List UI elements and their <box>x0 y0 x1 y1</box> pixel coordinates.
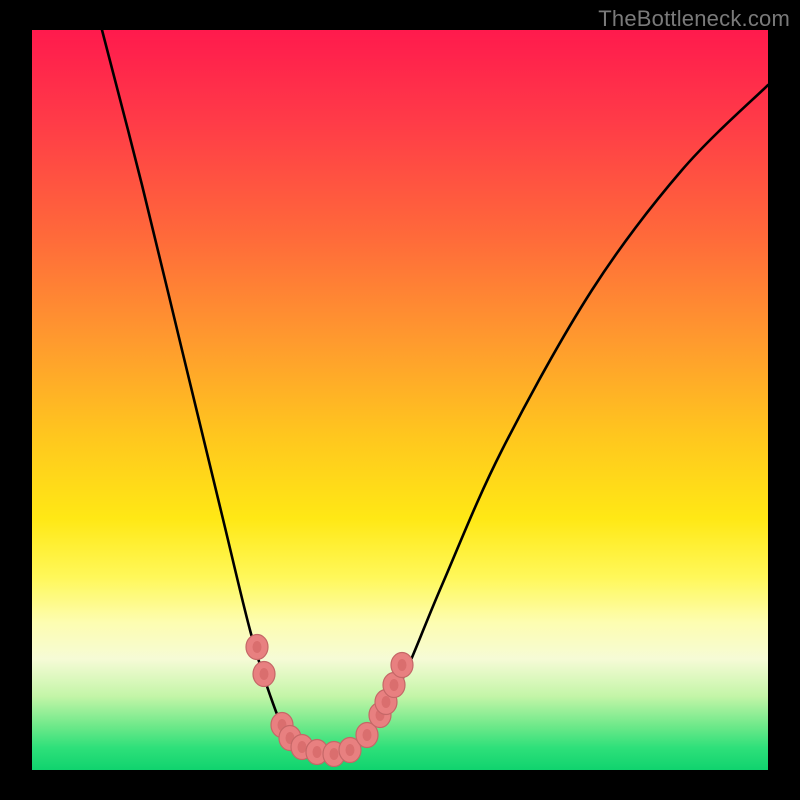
left-curve <box>102 30 332 754</box>
marker-bead <box>391 653 413 678</box>
marker-bead <box>246 635 268 660</box>
marker-bead <box>253 662 275 687</box>
watermark-text: TheBottleneck.com <box>598 6 790 32</box>
chart-svg <box>32 30 768 770</box>
chart-plot-area <box>32 30 768 770</box>
